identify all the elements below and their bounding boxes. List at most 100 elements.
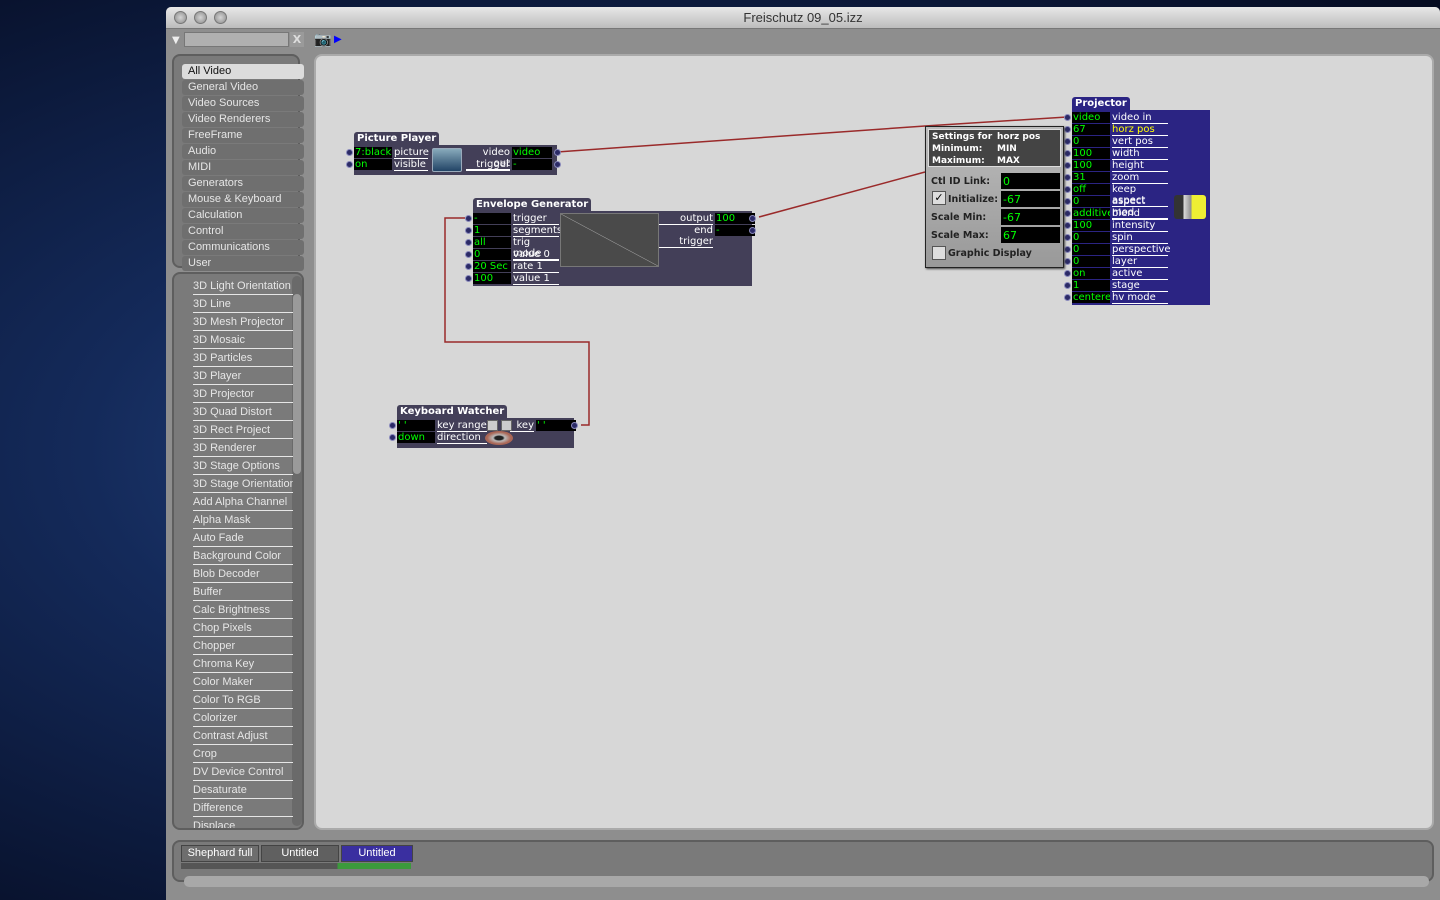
input-port[interactable] <box>465 215 472 222</box>
scroll-thumb[interactable] <box>293 294 301 474</box>
input-value[interactable]: 31 <box>1072 172 1110 183</box>
input-port[interactable] <box>1064 294 1071 301</box>
settings-scale-min-input[interactable] <box>1001 209 1060 225</box>
input-value[interactable]: video <box>1072 112 1110 123</box>
input-port[interactable] <box>1064 174 1071 181</box>
input-value[interactable]: additive <box>1072 208 1110 219</box>
actor-item[interactable]: DV Device Control <box>193 764 293 781</box>
actor-item[interactable]: Auto Fade <box>193 530 293 547</box>
category-item[interactable]: General Video <box>182 80 304 95</box>
input-port[interactable] <box>465 239 472 246</box>
scene-tab[interactable]: Shephard full <box>181 845 259 862</box>
input-port[interactable] <box>1064 234 1071 241</box>
camera-icon[interactable]: 📷 <box>314 32 331 48</box>
input-value[interactable]: 7:black <box>354 147 392 158</box>
category-item[interactable]: Video Renderers <box>182 112 304 127</box>
actor-item[interactable]: Alpha Mask <box>193 512 293 529</box>
input-value[interactable]: 20 Sec <box>473 261 511 272</box>
settings-scale-max-input[interactable] <box>1001 227 1060 243</box>
actor-item[interactable]: Desaturate <box>193 782 293 799</box>
actor-item[interactable]: 3D Light Orientation <box>193 278 293 295</box>
input-port[interactable] <box>346 161 353 168</box>
actor-item[interactable]: 3D Particles <box>193 350 293 367</box>
play-arrow-icon[interactable]: ▶ <box>334 34 342 45</box>
actor-item[interactable]: Chopper <box>193 638 293 655</box>
envelope-graph[interactable] <box>560 213 659 267</box>
input-value[interactable]: all <box>473 237 511 248</box>
input-value[interactable]: ' ' <box>397 420 435 431</box>
keyboard-actor[interactable]: ' ' key range down direction key ' ' <box>389 418 578 448</box>
actor-item[interactable]: 3D Renderer <box>193 440 293 457</box>
input-value[interactable]: - <box>473 213 511 224</box>
category-item[interactable]: Generators <box>182 176 304 191</box>
filter-disclosure-icon[interactable]: ▼ <box>172 35 180 46</box>
category-item[interactable]: Control <box>182 224 304 239</box>
actor-item[interactable]: Difference <box>193 800 293 817</box>
category-item[interactable]: FreeFrame <box>182 128 304 143</box>
actor-item[interactable]: Color Maker <box>193 674 293 691</box>
category-item[interactable]: User <box>182 256 304 271</box>
key-range-box[interactable] <box>487 420 498 431</box>
input-port[interactable] <box>1064 150 1071 157</box>
actor-item[interactable]: Contrast Adjust <box>193 728 293 745</box>
input-value[interactable]: 0 <box>473 249 511 260</box>
input-value[interactable]: 100 <box>1072 160 1110 171</box>
input-value[interactable]: off <box>1072 184 1110 195</box>
input-port[interactable] <box>1064 126 1071 133</box>
projector-actor[interactable]: video video in 67 horz pos 0 vert pos 100 width… <box>1064 110 1210 305</box>
input-port[interactable] <box>465 263 472 270</box>
input-value[interactable]: 0 <box>1072 232 1110 243</box>
input-value[interactable]: 67 <box>1072 124 1110 135</box>
actor-item[interactable]: Calc Brightness <box>193 602 293 619</box>
actor-item[interactable]: Chop Pixels <box>193 620 293 637</box>
input-value[interactable]: 1 <box>473 225 511 236</box>
picture_player-title[interactable]: Picture Player <box>354 132 440 145</box>
input-port[interactable] <box>1064 270 1071 277</box>
category-item[interactable]: Video Sources <box>182 96 304 111</box>
input-value[interactable]: 1 <box>1072 280 1110 291</box>
scene-scrollbar[interactable] <box>184 876 1429 887</box>
input-value[interactable]: 0 <box>1072 244 1110 255</box>
input-value[interactable]: 100 <box>1072 220 1110 231</box>
input-port[interactable] <box>1064 162 1071 169</box>
key-range-box[interactable] <box>501 420 512 431</box>
actor-item[interactable]: Blob Decoder <box>193 566 293 583</box>
projector-title[interactable]: Projector <box>1072 97 1130 110</box>
actor-item[interactable]: Buffer <box>193 584 293 601</box>
category-item[interactable]: All Video <box>182 64 304 79</box>
actor-item[interactable]: 3D Stage Orientation <box>193 476 293 493</box>
input-value[interactable]: on <box>1072 268 1110 279</box>
actor-item[interactable]: 3D Projector <box>193 386 293 403</box>
input-value[interactable]: 0 <box>1072 256 1110 267</box>
input-port[interactable] <box>1064 198 1071 205</box>
input-port[interactable] <box>1064 138 1071 145</box>
actor-item[interactable]: 3D Mesh Projector <box>193 314 293 331</box>
actor-item[interactable]: 3D Rect Project <box>193 422 293 439</box>
input-port[interactable] <box>1064 186 1071 193</box>
input-port[interactable] <box>465 251 472 258</box>
input-value[interactable]: down <box>397 432 435 443</box>
scene-tab[interactable]: Untitled <box>341 845 413 862</box>
category-item[interactable]: Calculation <box>182 208 304 223</box>
actor-list-scrollbar[interactable] <box>292 276 302 826</box>
output-port[interactable] <box>571 422 578 429</box>
graphic-display-checkbox[interactable] <box>932 246 946 260</box>
actor-item[interactable]: 3D Stage Options <box>193 458 293 475</box>
input-value[interactable]: 0 <box>1072 136 1110 147</box>
category-item[interactable]: Audio <box>182 144 304 159</box>
scene-tab[interactable]: Untitled <box>261 845 339 862</box>
category-item[interactable]: MIDI <box>182 160 304 175</box>
output-port[interactable] <box>749 215 756 222</box>
picture_player-actor[interactable]: 7:black picture on visible video out video tri… <box>346 145 561 175</box>
input-port[interactable] <box>1064 210 1071 217</box>
envelope-title[interactable]: Envelope Generator <box>473 198 592 211</box>
envelope-actor[interactable]: - trigger 1 segments all trig mode 0 value 0 20 … <box>465 211 756 286</box>
output-port[interactable] <box>554 161 561 168</box>
input-port[interactable] <box>389 434 396 441</box>
actor-search-input[interactable] <box>184 32 289 47</box>
initialize-checkbox-checked[interactable]: ✓ <box>932 191 946 205</box>
input-value[interactable]: on <box>354 159 392 170</box>
output-port[interactable] <box>749 227 756 234</box>
actor-item[interactable]: 3D Line <box>193 296 293 313</box>
actor-item[interactable]: Color To RGB <box>193 692 293 709</box>
